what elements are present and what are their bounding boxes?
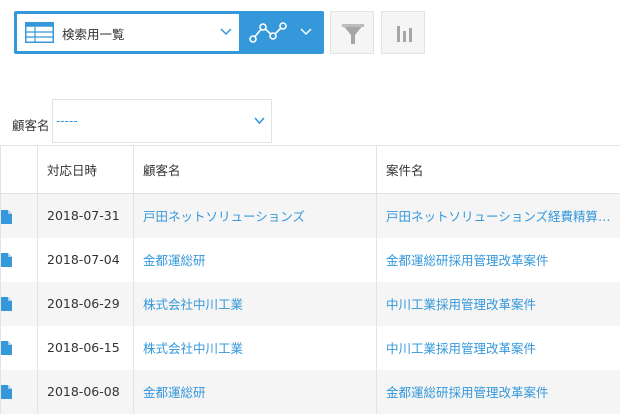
table-header-row: 対応日時 顧客名 案件名	[0, 145, 620, 194]
chevron-down-icon	[300, 28, 312, 36]
record-date: 2018-07-31	[37, 193, 134, 238]
header-icon-column	[0, 145, 38, 194]
record-customer-link[interactable]: 金都運総研	[133, 369, 377, 414]
record-date: 2018-07-04	[37, 237, 134, 282]
table-row: 2018-06-29 株式会社中川工業 中川工業採用管理改革案件	[0, 281, 620, 326]
chevron-down-icon	[254, 117, 265, 125]
record-customer-link[interactable]: 株式会社中川工業	[133, 325, 377, 370]
record-date: 2018-06-08	[37, 369, 134, 414]
customer-filter-value: -----	[56, 114, 78, 128]
record-detail-cell[interactable]	[0, 193, 38, 238]
chart-button[interactable]	[381, 11, 425, 54]
filter-button[interactable]	[330, 11, 374, 54]
record-detail-cell[interactable]	[0, 237, 38, 282]
view-select-label: 検索用一覧	[62, 27, 125, 42]
records-table: 対応日時 顧客名 案件名 2018-07-31 戸田ネットソリューションズ 戸田…	[0, 145, 620, 414]
record-date: 2018-06-15	[37, 325, 134, 370]
record-project-link[interactable]: 中川工業採用管理改革案件	[376, 281, 620, 326]
record-detail-cell[interactable]	[0, 281, 38, 326]
record-project-link[interactable]: 中川工業採用管理改革案件	[376, 325, 620, 370]
document-icon[interactable]	[1, 253, 12, 268]
line-graph-icon	[249, 22, 287, 43]
header-date[interactable]: 対応日時	[37, 145, 134, 194]
record-project-link[interactable]: 戸田ネットソリューションズ経費精算システム導入	[376, 193, 620, 238]
customer-filter: 顧客名 -----	[0, 99, 620, 143]
record-customer-link[interactable]: 金都運総研	[133, 237, 377, 282]
record-project-link[interactable]: 金都運総研採用管理改革案件	[376, 237, 620, 282]
document-icon[interactable]	[1, 385, 12, 400]
record-project-link[interactable]: 金都運総研採用管理改革案件	[376, 369, 620, 414]
document-icon[interactable]	[1, 297, 12, 312]
table-row: 2018-06-15 株式会社中川工業 中川工業採用管理改革案件	[0, 325, 620, 370]
customer-filter-label: 顧客名	[12, 118, 50, 133]
record-detail-cell[interactable]	[0, 325, 38, 370]
table-row: 2018-06-08 金都運総研 金都運総研採用管理改革案件	[0, 369, 620, 414]
record-detail-cell[interactable]	[0, 369, 38, 414]
view-selector-group: 検索用一覧	[14, 11, 324, 54]
document-icon[interactable]	[1, 341, 12, 356]
header-customer[interactable]: 顧客名	[133, 145, 377, 194]
record-date: 2018-06-29	[37, 281, 134, 326]
filter-icon	[342, 24, 364, 44]
table-row: 2018-07-04 金都運総研 金都運総研採用管理改革案件	[0, 237, 620, 282]
view-select-dropdown[interactable]: 検索用一覧	[17, 14, 239, 51]
chevron-down-icon	[220, 28, 232, 36]
record-customer-link[interactable]: 株式会社中川工業	[133, 281, 377, 326]
document-icon[interactable]	[1, 209, 12, 224]
table-icon	[25, 22, 54, 43]
bar-chart-icon	[397, 26, 412, 42]
customer-filter-select[interactable]: -----	[52, 99, 272, 143]
record-customer-link[interactable]: 戸田ネットソリューションズ	[133, 193, 377, 238]
header-project[interactable]: 案件名	[376, 145, 620, 194]
graph-select-dropdown[interactable]	[240, 11, 324, 54]
table-row: 2018-07-31 戸田ネットソリューションズ 戸田ネットソリューションズ経費…	[0, 193, 620, 238]
